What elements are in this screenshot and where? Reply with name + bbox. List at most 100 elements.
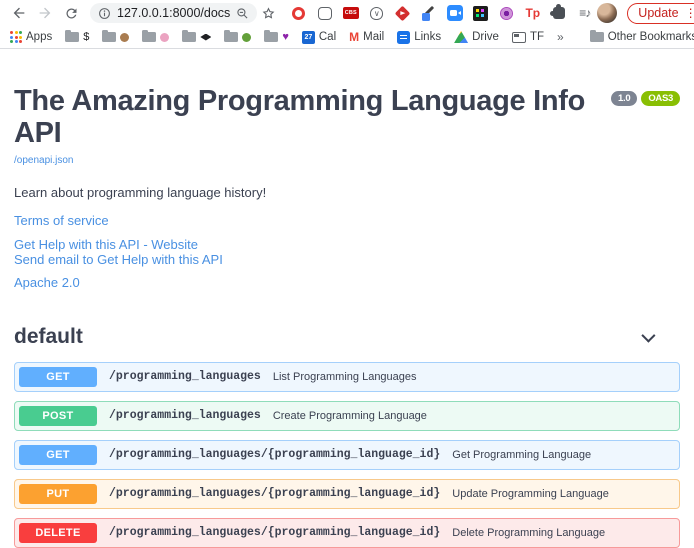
api-title-text: The Amazing Programming Language Info AP… [14,86,605,150]
purple-heart-icon: ♥ [282,32,289,43]
bookmark-star-icon[interactable] [261,2,276,24]
flower-icon[interactable] [498,5,515,22]
tp-icon[interactable]: Tp [524,5,541,22]
method-badge: PUT [19,484,97,504]
method-badge: DELETE [19,523,97,543]
address-bar[interactable]: 127.0.0.1:8000/docs [90,3,257,23]
operation-row-create-language[interactable]: POST /programming_languages Create Progr… [14,401,680,431]
bookmark-folder-horse[interactable] [102,32,129,42]
folder-icon [102,32,116,42]
openapi-json-link[interactable]: /openapi.json [14,155,74,166]
api-links: Terms of service Get Help with this API … [14,213,680,290]
pixel-art-icon[interactable] [472,5,489,22]
method-badge: GET [19,445,97,465]
tf-label: TF [530,31,544,43]
section-header-default[interactable]: default [14,325,680,349]
bookmark-folder-heart[interactable]: ♥ [264,32,289,43]
zoom-out-icon[interactable] [236,7,249,20]
bookmark-tf[interactable]: TF [512,31,544,43]
eyedropper-icon[interactable] [420,5,437,22]
dollar-glyph: $ [83,31,89,43]
chevron-down-icon[interactable] [641,328,655,342]
update-button[interactable]: Update ⋮ [627,3,694,24]
gmail-icon: M [349,30,359,44]
puzzle-icon[interactable] [550,5,567,22]
apps-shortcut[interactable]: Apps [10,31,52,43]
version-badge: 1.0 [611,91,637,106]
url-text[interactable]: 127.0.0.1:8000/docs [117,6,230,20]
operation-row-get-language[interactable]: GET /programming_languages/{programming_… [14,440,680,470]
other-bookmarks-label: Other Bookmarks [608,31,694,43]
folder-icon [65,32,79,42]
reload-icon[interactable] [60,2,82,24]
bookmark-folder-graduation[interactable] [182,32,211,42]
operation-path: /programming_languages/{programming_lang… [109,487,440,500]
bookmark-folder-dollar[interactable]: $ [65,31,89,43]
operation-path: /programming_languages/{programming_lang… [109,448,440,461]
site-info-icon[interactable] [98,7,111,20]
help-email-link[interactable]: Send email to Get Help with this API [14,252,223,267]
bookmark-drive[interactable]: Drive [454,31,499,43]
operation-row-delete-language[interactable]: DELETE /programming_languages/{programmi… [14,518,680,548]
operation-summary: Delete Programming Language [452,527,605,539]
tf-window-icon [512,32,526,43]
terms-of-service-link[interactable]: Terms of service [14,213,109,228]
forward-icon[interactable] [34,2,56,24]
brain-icon [160,33,169,42]
folder-icon [264,32,278,42]
folder-icon [590,32,604,42]
folder-icon [142,32,156,42]
links-label: Links [414,31,441,43]
apps-grid-icon [10,31,22,43]
page-title: The Amazing Programming Language Info AP… [14,86,680,150]
mail-label: Mail [363,31,384,43]
browser-toolbar: 127.0.0.1:8000/docs CBS ∨ Tp ≡♪ Update ⋮ [0,0,694,26]
operation-row-update-language[interactable]: PUT /programming_languages/{programming_… [14,479,680,509]
pocket-icon[interactable]: ∨ [368,5,385,22]
horse-icon [120,33,129,42]
drive-icon [454,31,468,43]
swagger-page: The Amazing Programming Language Info AP… [0,49,694,548]
update-label: Update [638,6,678,20]
operation-summary: List Programming Languages [273,371,417,383]
menu-kebab-icon[interactable]: ⋮ [685,7,694,19]
reptile-icon [242,33,251,42]
bookmark-cal[interactable]: 27Cal [302,31,336,44]
operation-row-list-languages[interactable]: GET /programming_languages List Programm… [14,362,680,392]
cbs-icon[interactable]: CBS [342,5,359,22]
operation-summary: Update Programming Language [452,488,609,500]
calendar-icon: 27 [302,31,315,44]
drive-label: Drive [472,31,499,43]
diamond-arrow-icon[interactable] [394,5,411,22]
back-icon[interactable] [8,2,30,24]
links-icon [397,31,410,44]
api-description: Learn about programming language history… [14,185,680,200]
playlist-music-icon[interactable]: ≡♪ [576,5,593,22]
operation-summary: Get Programming Language [452,449,591,461]
chat-bubble-icon[interactable] [316,5,333,22]
bookmark-mail[interactable]: M Mail [349,30,384,44]
folder-icon [182,32,196,42]
bookmark-folder-brain[interactable] [142,32,169,42]
section-title: default [14,325,83,349]
help-website-link[interactable]: Get Help with this API - Website [14,237,198,252]
method-badge: POST [19,406,97,426]
profile-avatar[interactable] [597,3,617,23]
license-link[interactable]: Apache 2.0 [14,275,80,290]
zoom-camera-icon[interactable] [446,5,463,22]
folder-icon [224,32,238,42]
version-badges: 1.0 OAS3 [611,91,680,106]
bookmarks-overflow-chevron[interactable]: » [557,30,564,44]
adblock-ring-icon[interactable] [290,5,307,22]
graduation-cap-icon [200,34,211,41]
method-badge: GET [19,367,97,387]
bookmarks-bar: Apps $ ♥ 27Cal M Mail Links Drive TF » Ot… [0,26,694,49]
operation-path: /programming_languages [109,370,261,383]
operation-summary: Create Programming Language [273,410,427,422]
operations-list: GET /programming_languages List Programm… [14,362,680,548]
other-bookmarks[interactable]: Other Bookmarks [590,31,694,43]
oas3-badge: OAS3 [641,91,680,106]
bookmark-links[interactable]: Links [397,31,441,44]
bookmark-folder-reptile[interactable] [224,32,251,42]
apps-label: Apps [26,31,52,43]
